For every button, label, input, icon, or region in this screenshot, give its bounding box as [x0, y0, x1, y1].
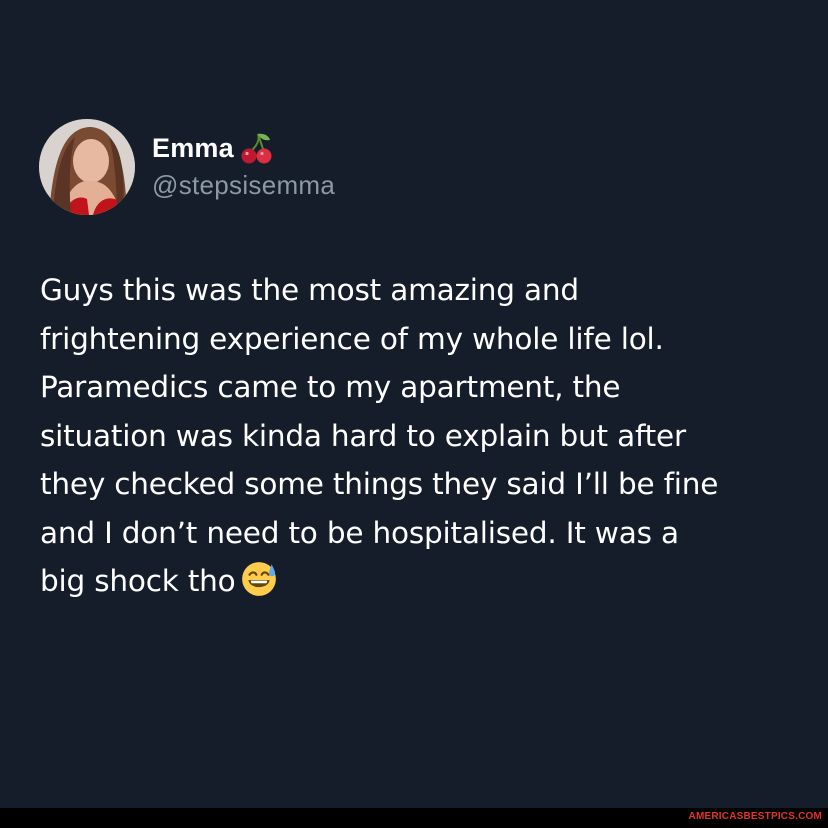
watermark: AMERICASBESTPICS.COM [688, 811, 822, 822]
display-name[interactable]: Emma [152, 133, 234, 164]
grinning-face-with-sweat-icon [240, 560, 278, 598]
avatar[interactable] [39, 119, 135, 215]
footer-bar: AMERICASBESTPICS.COM [0, 808, 828, 828]
cherry-icon [238, 130, 274, 166]
tweet-text-line: and I don’t need to be hospitalised. It … [40, 515, 679, 550]
tweet-text-line: frightening experience of my whole life … [40, 321, 664, 356]
author-name-row[interactable]: Emma [152, 130, 274, 166]
tweet-text-line: situation was kinda hard to explain but … [40, 418, 686, 453]
avatar-photo [39, 119, 135, 215]
tweet-text-line: big shock tho [40, 564, 236, 598]
tweet-text-line: they checked some things they said I’ll … [40, 467, 719, 501]
author-handle[interactable]: @stepsisemma [152, 170, 335, 201]
tweet-text-line: Paramedics came to my apartment, the [40, 370, 621, 404]
tweet-text: Guys this was the most amazing and frigh… [40, 266, 800, 606]
tweet-text-line: Guys this was the most amazing and [40, 273, 579, 307]
tweet-card: Emma @stepsisemma Guys this was the most… [0, 0, 828, 808]
